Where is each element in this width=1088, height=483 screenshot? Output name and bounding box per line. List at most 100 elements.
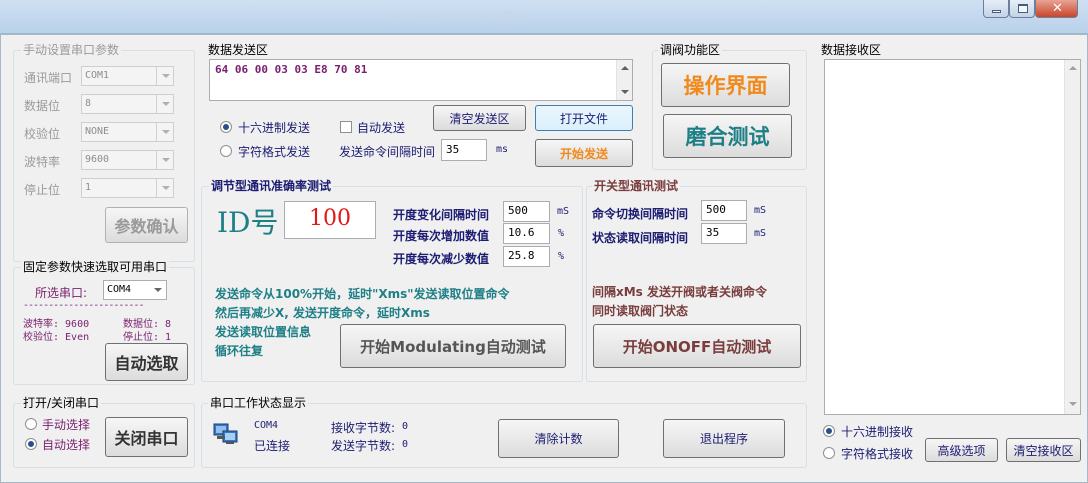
read-interval-input[interactable]: 35	[701, 223, 747, 244]
stopbits-combo[interactable]: 1	[81, 178, 174, 198]
exit-program-button[interactable]: 退出程序	[663, 419, 785, 458]
open-file-button[interactable]: 打开文件	[535, 105, 633, 131]
baud-value: 9600	[85, 154, 110, 165]
scroll-up-icon	[621, 66, 629, 70]
port-value: COM1	[85, 70, 110, 81]
close-port-button[interactable]: 关闭串口	[105, 417, 188, 457]
decrease-unit: %	[558, 251, 565, 262]
title-bar: 2016-08-02 14:08 采集助 ✕	[0, 0, 1088, 34]
start-onoff-button[interactable]: 开始ONOFF自动测试	[593, 324, 801, 368]
text-send-label: 字符格式发送	[238, 145, 311, 159]
window-title: 2016-08-02 14:08 采集助	[390, 10, 526, 23]
manual-settings-title: 手动设置串口参数	[21, 41, 122, 58]
port-label: 通讯端口	[24, 71, 73, 85]
auto-select-button[interactable]: 自动选取	[105, 343, 188, 381]
switch-interval-value: 500	[706, 203, 726, 216]
modulating-desc-3: 发送读取位置信息	[215, 325, 312, 339]
chevron-down-icon	[156, 67, 173, 85]
increase-input[interactable]: 10.6	[503, 223, 550, 244]
send-interval-input[interactable]: 35	[441, 139, 487, 161]
decrease-value: 25.8	[508, 249, 535, 262]
text-receive-radio[interactable]	[823, 447, 835, 459]
auto-select-radio[interactable]	[25, 438, 37, 450]
stopbits-info: 停止位: 1	[123, 332, 172, 343]
send-scrollbar[interactable]	[616, 60, 632, 100]
start-send-button[interactable]: 开始发送	[535, 139, 633, 167]
clear-send-button[interactable]: 清空发送区	[433, 105, 526, 131]
open-close-title: 打开/关闭串口	[21, 394, 102, 411]
auto-select-label: 自动选择	[42, 438, 91, 452]
advanced-options-button[interactable]: 高级选项	[925, 438, 998, 462]
manual-select-radio[interactable]	[25, 418, 37, 430]
onoff-desc-2: 同时读取阀门状态	[592, 304, 689, 318]
selected-port-combo[interactable]: COM4	[103, 280, 167, 300]
change-interval-unit: mS	[557, 206, 570, 217]
id-input[interactable]: 100	[284, 201, 376, 239]
clear-count-button[interactable]: 清除计数	[498, 419, 619, 458]
onoff-desc-1: 间隔xMs 发送开阀或者关阀命令	[592, 285, 768, 299]
databits-combo[interactable]: 8	[81, 94, 174, 114]
decrease-label: 开度每次减少数值	[393, 252, 490, 266]
change-interval-input[interactable]: 500	[503, 201, 550, 222]
baud-combo[interactable]: 9600	[81, 150, 174, 170]
quick-divider: ------------------------	[23, 300, 144, 311]
parity-label: 校验位	[24, 127, 61, 141]
baud-label: 波特率	[24, 155, 61, 169]
text-receive-label: 字符格式接收	[841, 447, 914, 461]
operate-ui-button[interactable]: 操作界面	[661, 63, 790, 107]
status-connected: 已连接	[254, 439, 291, 453]
databits-value: 8	[85, 98, 92, 109]
id-label: ID号	[217, 206, 279, 239]
status-port: COM4	[254, 420, 279, 431]
modulating-desc-4: 循环往复	[215, 344, 264, 358]
databits-label: 数据位	[24, 99, 61, 113]
modulating-desc-2: 然后再减少X, 发送开度命令，延时Xms	[215, 306, 430, 320]
network-computer-icon	[213, 423, 238, 444]
start-modulating-button[interactable]: 开始Modulating自动测试	[340, 324, 566, 368]
hex-send-radio[interactable]	[220, 121, 232, 133]
switch-interval-unit: mS	[754, 205, 767, 216]
parity-combo[interactable]: NONE	[81, 122, 174, 142]
confirm-params-button[interactable]: 参数确认	[105, 207, 188, 243]
receive-scrollbar[interactable]	[1064, 60, 1080, 414]
send-content: 64 06 00 03 03 E8 70 81	[215, 63, 368, 76]
grind-test-button[interactable]: 磨合测试	[663, 114, 792, 158]
clear-receive-button[interactable]: 清空接收区	[1006, 438, 1081, 462]
send-interval-label: 发送命令间隔时间	[339, 145, 436, 159]
send-interval-unit: ms	[496, 144, 509, 155]
switch-interval-label: 命令切换间隔时间	[592, 207, 689, 221]
text-send-radio[interactable]	[220, 145, 232, 157]
tx-count-label: 发送字节数:	[331, 439, 396, 453]
receive-textbox[interactable]	[824, 59, 1081, 415]
chevron-down-icon	[156, 95, 173, 113]
close-window-button[interactable]: ✕	[1035, 0, 1078, 18]
hex-send-label: 十六进制发送	[238, 121, 311, 135]
send-textbox[interactable]: 64 06 00 03 03 E8 70 81	[209, 59, 633, 101]
parity-value: NONE	[85, 126, 110, 137]
maximize-icon	[1018, 4, 1028, 13]
hex-receive-label: 十六进制接收	[841, 425, 914, 439]
decrease-input[interactable]: 25.8	[503, 246, 550, 267]
send-interval-value: 35	[446, 143, 460, 156]
chevron-down-icon	[156, 151, 173, 169]
selected-port-label: 所选串口:	[35, 286, 88, 300]
increase-unit: %	[558, 228, 565, 239]
id-value: 100	[309, 206, 351, 231]
read-interval-unit: mS	[754, 228, 767, 239]
hex-receive-radio[interactable]	[823, 425, 835, 437]
scroll-down-icon	[621, 90, 629, 94]
maximize-button[interactable]	[1009, 0, 1035, 18]
scroll-up-icon	[1069, 66, 1077, 70]
switch-interval-input[interactable]: 500	[701, 200, 747, 221]
rx-count-value: 0	[402, 421, 409, 432]
minimize-button[interactable]	[983, 0, 1009, 18]
auto-send-label: 自动发送	[357, 121, 406, 135]
chevron-down-icon	[156, 123, 173, 141]
read-interval-value: 35	[706, 226, 720, 239]
auto-send-checkbox[interactable]	[340, 121, 352, 133]
modulating-title: 调节型通讯准确率测试	[209, 177, 334, 194]
port-combo[interactable]: COM1	[81, 66, 174, 86]
parity-info: 校验位: Even	[23, 332, 90, 343]
chevron-down-icon	[156, 179, 173, 197]
stopbits-value: 1	[85, 182, 92, 193]
